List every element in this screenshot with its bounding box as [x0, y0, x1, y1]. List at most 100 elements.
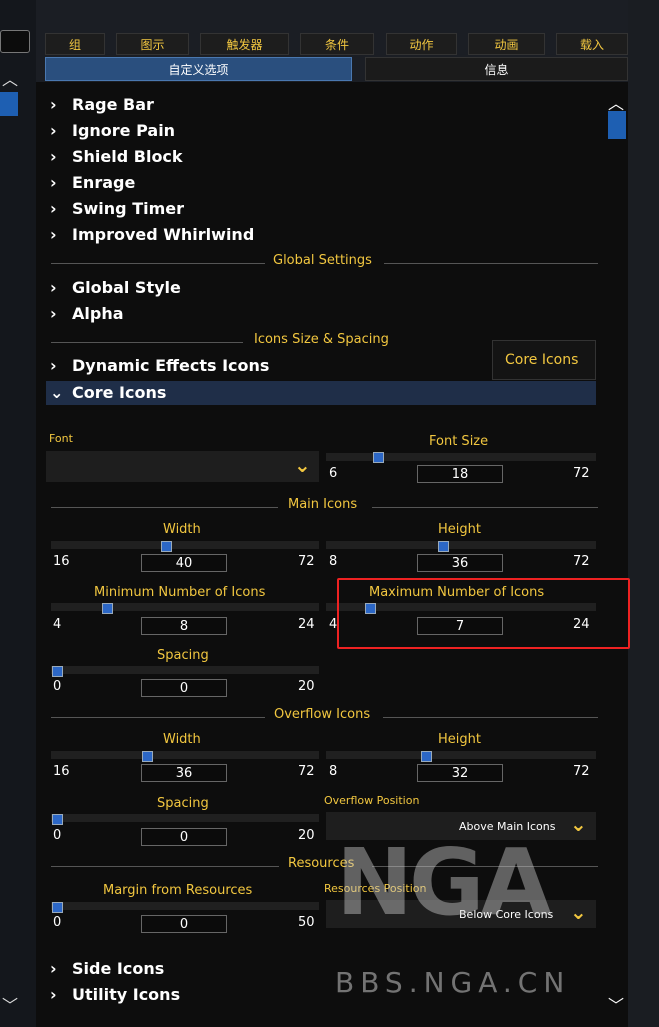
- min-icons-max: 24: [298, 617, 315, 632]
- chevron-down-icon: ⌄: [294, 453, 311, 477]
- tree-item-core-icons[interactable]: ⌄ Core Icons: [50, 382, 166, 404]
- main-spacing-max: 20: [298, 679, 315, 694]
- margin-resources-max: 50: [298, 915, 315, 930]
- margin-resources-label: Margin from Resources: [103, 883, 253, 898]
- font-size-slider-track[interactable]: [326, 453, 596, 461]
- core-icons-tooltip: Core Icons: [492, 340, 596, 380]
- overflow-spacing-slider-track[interactable]: [51, 814, 319, 822]
- font-dropdown[interactable]: ⌄: [46, 451, 319, 482]
- chevron-right-icon: ›: [50, 121, 57, 140]
- min-icons-label: Minimum Number of Icons: [94, 585, 266, 600]
- chevron-right-icon: ›: [50, 199, 57, 218]
- main-height-label: Height: [438, 522, 481, 537]
- min-icons-min: 4: [53, 617, 62, 632]
- main-width-min: 16: [53, 554, 70, 569]
- main-width-slider-thumb[interactable]: [161, 541, 172, 552]
- right-background-panel: [628, 0, 659, 1027]
- margin-resources-min: 0: [53, 915, 62, 930]
- tab-group[interactable]: 组: [45, 33, 105, 55]
- margin-resources-slider-thumb[interactable]: [52, 902, 63, 913]
- tree-item-rage-bar[interactable]: › Rage Bar: [50, 94, 154, 116]
- main-height-min: 8: [329, 554, 338, 569]
- scroll-down-icon[interactable]: ﹀: [608, 992, 624, 1016]
- tab-animations[interactable]: 动画: [468, 33, 545, 55]
- overflow-height-slider-thumb[interactable]: [421, 751, 432, 762]
- chevron-right-icon: ›: [50, 356, 57, 375]
- font-label: Font: [49, 432, 73, 445]
- overflow-position-label: Overflow Position: [324, 794, 420, 807]
- chevron-right-icon: ›: [50, 959, 57, 978]
- main-spacing-slider-thumb[interactable]: [52, 666, 63, 677]
- section-header-global-settings: Global Settings: [51, 253, 598, 273]
- overflow-spacing-min: 0: [53, 828, 62, 843]
- left-background-panel: [0, 0, 36, 1027]
- tree-item-ignore-pain[interactable]: › Ignore Pain: [50, 120, 175, 142]
- tree-item-improved-whirlwind[interactable]: › Improved Whirlwind: [50, 224, 254, 246]
- min-icons-slider-thumb[interactable]: [102, 603, 113, 614]
- main-height-slider-track[interactable]: [326, 541, 596, 549]
- chevron-right-icon: ›: [50, 304, 57, 323]
- tab-custom-options[interactable]: 自定义选项: [45, 57, 352, 81]
- main-width-max: 72: [298, 554, 315, 569]
- scrollbar-thumb[interactable]: [608, 111, 626, 139]
- tree-item-enrage[interactable]: › Enrage: [50, 172, 135, 194]
- tree-item-shield-block[interactable]: › Shield Block: [50, 146, 183, 168]
- red-highlight-box: [337, 578, 630, 649]
- tree-item-utility-icons[interactable]: › Utility Icons: [50, 984, 180, 1006]
- overflow-spacing-slider-thumb[interactable]: [52, 814, 63, 825]
- chevron-right-icon: ›: [50, 147, 57, 166]
- main-height-slider-thumb[interactable]: [438, 541, 449, 552]
- tree-item-alpha[interactable]: › Alpha: [50, 303, 124, 325]
- main-width-input[interactable]: 40: [141, 554, 227, 572]
- main-width-slider-track[interactable]: [51, 541, 319, 549]
- overflow-width-slider-thumb[interactable]: [142, 751, 153, 762]
- section-header-main-icons: Main Icons: [51, 497, 598, 517]
- tab-information[interactable]: 信息: [365, 57, 628, 81]
- tab-actions[interactable]: 动作: [386, 33, 457, 55]
- margin-resources-input[interactable]: 0: [141, 915, 227, 933]
- overflow-spacing-max: 20: [298, 828, 315, 843]
- main-width-label: Width: [163, 522, 201, 537]
- font-size-max: 72: [573, 466, 590, 481]
- tree-item-dynamic-effects-icons[interactable]: › Dynamic Effects Icons: [50, 355, 269, 377]
- chevron-right-icon: ›: [50, 173, 57, 192]
- chevron-down-icon: ⌄: [50, 383, 64, 402]
- left-scroll-up-icon[interactable]: ︿: [2, 66, 18, 90]
- overflow-width-min: 16: [53, 764, 70, 779]
- main-height-max: 72: [573, 554, 590, 569]
- font-size-label: Font Size: [429, 434, 489, 449]
- tree-item-global-style[interactable]: › Global Style: [50, 277, 181, 299]
- tab-load[interactable]: 载入: [556, 33, 628, 55]
- main-spacing-label: Spacing: [157, 648, 209, 663]
- left-scrollbar-thumb[interactable]: [0, 92, 18, 116]
- left-input-box[interactable]: [0, 30, 30, 53]
- main-spacing-input[interactable]: 0: [141, 679, 227, 697]
- left-scroll-down-icon[interactable]: ﹀: [2, 992, 18, 1016]
- overflow-spacing-input[interactable]: 0: [141, 828, 227, 846]
- chevron-right-icon: ›: [50, 985, 57, 1004]
- overflow-width-label: Width: [163, 732, 201, 747]
- min-icons-input[interactable]: 8: [141, 617, 227, 635]
- font-size-slider-thumb[interactable]: [373, 452, 384, 463]
- main-spacing-min: 0: [53, 679, 62, 694]
- font-size-min: 6: [329, 466, 338, 481]
- overflow-height-max: 72: [573, 764, 590, 779]
- tab-display[interactable]: 图示: [116, 33, 189, 55]
- font-size-input[interactable]: 18: [417, 465, 503, 483]
- tab-trigger[interactable]: 触发器: [200, 33, 289, 55]
- overflow-spacing-label: Spacing: [157, 796, 209, 811]
- overflow-height-input[interactable]: 32: [417, 764, 503, 782]
- min-icons-slider-track[interactable]: [51, 603, 319, 611]
- tree-item-swing-timer[interactable]: › Swing Timer: [50, 198, 184, 220]
- chevron-right-icon: ›: [50, 95, 57, 114]
- chevron-right-icon: ›: [50, 225, 57, 244]
- overflow-height-slider-track[interactable]: [326, 751, 596, 759]
- margin-resources-slider-track[interactable]: [51, 902, 319, 910]
- overflow-width-slider-track[interactable]: [51, 751, 319, 759]
- tree-item-side-icons[interactable]: › Side Icons: [50, 958, 164, 980]
- overflow-height-min: 8: [329, 764, 338, 779]
- main-spacing-slider-track[interactable]: [51, 666, 319, 674]
- tab-conditions[interactable]: 条件: [300, 33, 374, 55]
- main-height-input[interactable]: 36: [417, 554, 503, 572]
- overflow-width-input[interactable]: 36: [141, 764, 227, 782]
